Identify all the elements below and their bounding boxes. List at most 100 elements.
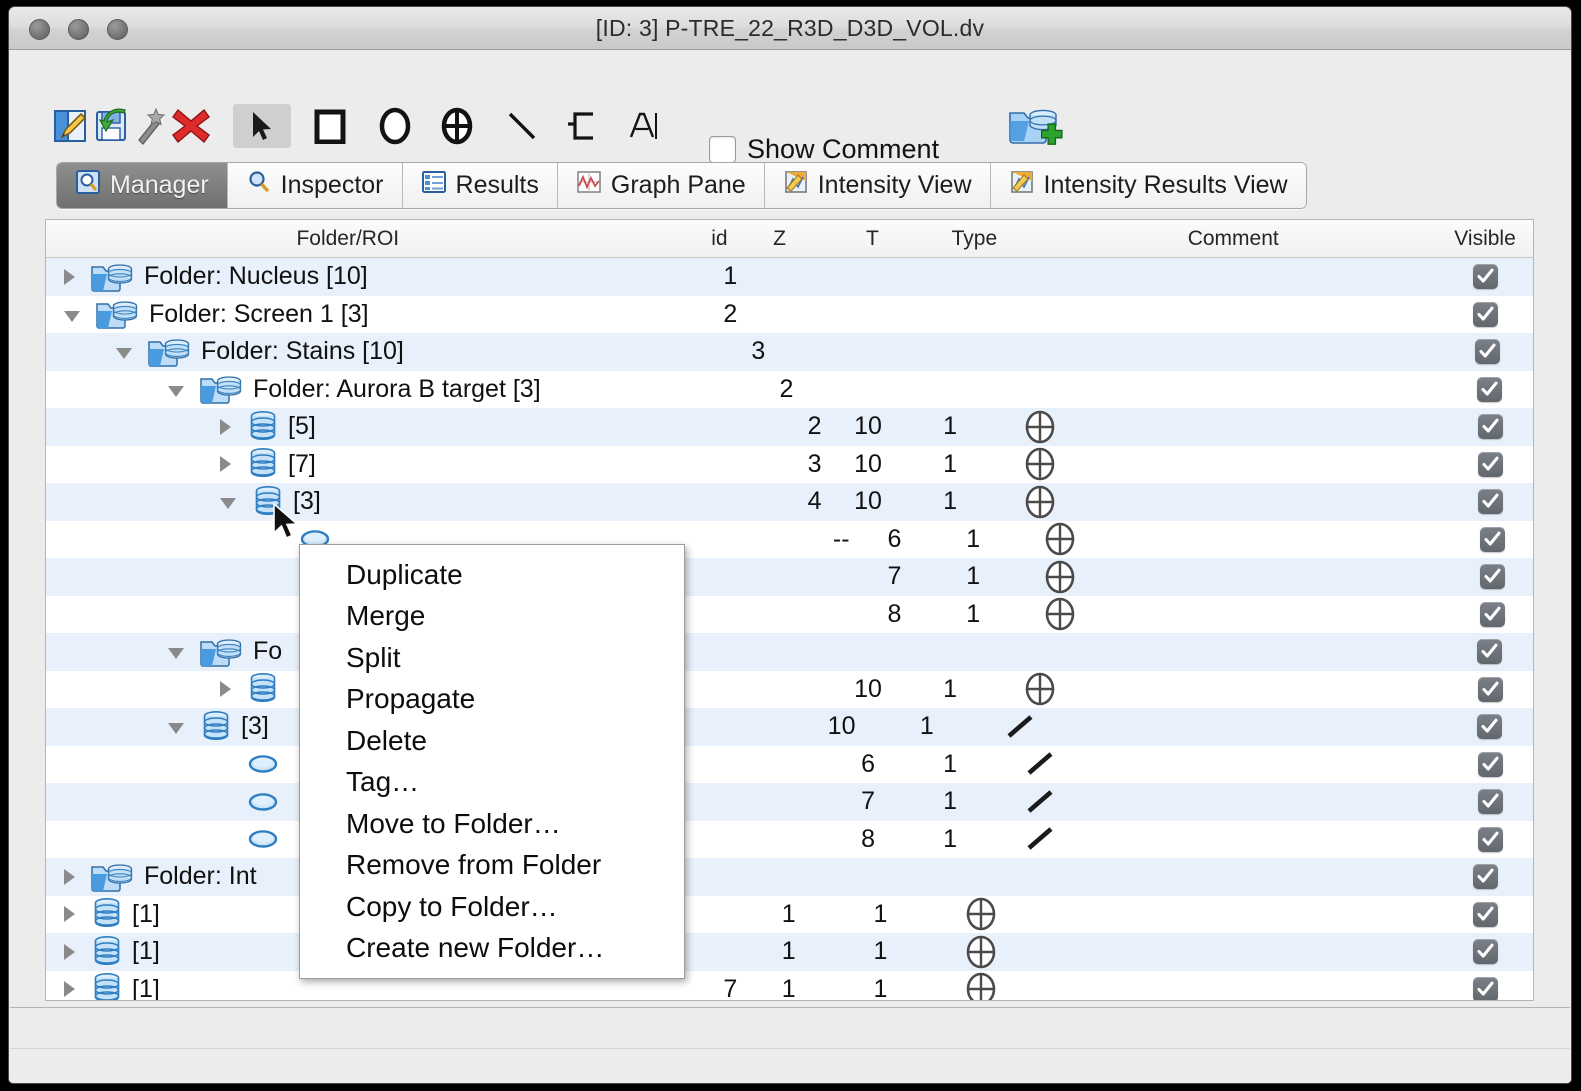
- visible-checkbox[interactable]: [1479, 564, 1505, 590]
- collapse-triangle-icon[interactable]: [168, 723, 184, 735]
- show-comment-checkbox[interactable]: [709, 136, 736, 163]
- table-row[interactable]: Folder: Screen 1 [3] 2: [46, 295, 1533, 334]
- column-header-comment[interactable]: Comment: [1029, 220, 1437, 257]
- table-row[interactable]: 81: [46, 595, 1533, 633]
- menu-item-tag[interactable]: Tag…: [300, 762, 684, 804]
- open-edit-icon[interactable]: [50, 104, 90, 148]
- row-name-cell[interactable]: Folder: Screen 1 [3]: [46, 296, 660, 334]
- column-header-z[interactable]: Z: [734, 220, 826, 257]
- tab-inspector[interactable]: Inspector: [227, 163, 403, 208]
- tab-results[interactable]: Results: [402, 163, 558, 208]
- rectangle-tool-icon[interactable]: [313, 104, 347, 148]
- row-name-cell[interactable]: [5]: [46, 408, 753, 446]
- save-icon[interactable]: [91, 104, 131, 148]
- tab-graph-pane[interactable]: Graph Pane: [557, 163, 765, 208]
- table-row[interactable]: 81: [46, 820, 1533, 858]
- visible-checkbox[interactable]: [1473, 264, 1499, 290]
- table-row[interactable]: [1] 1 1: [46, 933, 1533, 971]
- collapse-triangle-icon[interactable]: [168, 385, 184, 397]
- menu-item-remove-from-folder[interactable]: Remove from Folder: [300, 845, 684, 887]
- visible-checkbox[interactable]: [1473, 901, 1499, 927]
- menu-item-duplicate[interactable]: Duplicate: [300, 554, 684, 596]
- table-row[interactable]: [3] 10 1: [46, 708, 1533, 746]
- table-row[interactable]: Folder: Int: [46, 858, 1533, 896]
- magic-wand-icon[interactable]: [129, 104, 169, 148]
- status-bar-lower: [10, 1048, 1570, 1082]
- menu-item-copy-to-folder[interactable]: Copy to Folder…: [300, 886, 684, 928]
- freehand-polygon-tool-icon[interactable]: [565, 104, 601, 148]
- table-row[interactable]: [5] 2 10 1: [46, 408, 1533, 446]
- visible-checkbox[interactable]: [1478, 789, 1504, 815]
- menu-item-merge[interactable]: Merge: [300, 596, 684, 638]
- column-header-type[interactable]: Type: [919, 220, 1029, 257]
- collapse-triangle-icon[interactable]: [64, 310, 80, 322]
- visible-checkbox[interactable]: [1476, 714, 1502, 740]
- menu-item-propagate[interactable]: Propagate: [300, 679, 684, 721]
- ellipse-tool-icon[interactable]: [377, 104, 413, 148]
- table-row[interactable]: 71: [46, 558, 1533, 596]
- table-row[interactable]: Folder: Aurora B target [3] 2: [46, 370, 1533, 409]
- column-header-folder-roi[interactable]: Folder/ROI: [46, 220, 650, 257]
- row-name-cell[interactable]: [7]: [46, 446, 753, 484]
- menu-item-create-new-folder[interactable]: Create new Folder…: [300, 928, 684, 970]
- menu-item-move-to-folder[interactable]: Move to Folder…: [300, 803, 684, 845]
- roi-type-line-icon: [992, 749, 1089, 779]
- table-row[interactable]: Folder: Stains [10] 3: [46, 333, 1533, 371]
- column-header-t[interactable]: T: [825, 220, 919, 257]
- tab-manager[interactable]: Manager: [57, 163, 228, 208]
- visible-checkbox[interactable]: [1474, 339, 1500, 365]
- visible-checkbox[interactable]: [1479, 526, 1505, 552]
- roi-stack-icon: [90, 971, 124, 1000]
- table-row[interactable]: [1] 7 1 1: [46, 970, 1533, 1000]
- expand-triangle-icon[interactable]: [64, 906, 75, 923]
- visible-checkbox[interactable]: [1478, 826, 1504, 852]
- visible-checkbox[interactable]: [1473, 301, 1499, 327]
- visible-checkbox[interactable]: [1473, 864, 1499, 890]
- table-row[interactable]: 61: [46, 745, 1533, 783]
- add-folder-icon[interactable]: [1007, 104, 1063, 148]
- table-row[interactable]: 71: [46, 783, 1533, 821]
- column-header-visible[interactable]: Visible: [1437, 220, 1533, 257]
- crosshair-ellipse-tool-icon[interactable]: [439, 104, 475, 148]
- table-row[interactable]: -- 6 1: [46, 520, 1533, 558]
- line-tool-icon[interactable]: [505, 104, 539, 148]
- visible-checkbox[interactable]: [1479, 601, 1505, 627]
- expand-triangle-icon[interactable]: [64, 981, 75, 998]
- expand-triangle-icon[interactable]: [220, 418, 231, 435]
- expand-triangle-icon[interactable]: [64, 943, 75, 960]
- table-row[interactable]: [1] 1 1: [46, 895, 1533, 933]
- table-row[interactable]: Fo: [46, 633, 1533, 671]
- visible-checkbox[interactable]: [1476, 376, 1502, 402]
- tab-intensity-results-view[interactable]: Intensity Results View: [990, 163, 1306, 208]
- collapse-triangle-icon[interactable]: [220, 498, 236, 510]
- table-row[interactable]: 10 1: [46, 670, 1533, 708]
- visible-checkbox[interactable]: [1478, 751, 1504, 777]
- text-tool-icon[interactable]: [627, 104, 661, 148]
- visible-checkbox[interactable]: [1478, 414, 1504, 440]
- collapse-triangle-icon[interactable]: [116, 348, 132, 360]
- expand-triangle-icon[interactable]: [220, 456, 231, 473]
- row-name-cell[interactable]: [3]: [46, 483, 753, 521]
- visible-checkbox[interactable]: [1473, 939, 1499, 965]
- row-name-cell[interactable]: Folder: Stains [10]: [46, 333, 691, 371]
- expand-triangle-icon[interactable]: [64, 268, 75, 285]
- row-name-cell[interactable]: Folder: Nucleus [10]: [46, 258, 660, 296]
- visible-checkbox[interactable]: [1478, 489, 1504, 515]
- table-row[interactable]: Folder: Nucleus [10] 1: [46, 258, 1533, 296]
- delete-x-icon[interactable]: [169, 104, 213, 148]
- collapse-triangle-icon[interactable]: [168, 648, 184, 660]
- pointer-tool-icon[interactable]: [233, 104, 291, 148]
- visible-checkbox[interactable]: [1476, 639, 1502, 665]
- visible-checkbox[interactable]: [1478, 451, 1504, 477]
- tab-intensity-view[interactable]: Intensity View: [764, 163, 991, 208]
- column-header-id[interactable]: id: [650, 220, 734, 257]
- menu-item-split[interactable]: Split: [300, 637, 684, 679]
- visible-checkbox[interactable]: [1478, 676, 1504, 702]
- expand-triangle-icon[interactable]: [220, 681, 231, 698]
- row-name-cell[interactable]: Folder: Aurora B target [3]: [46, 371, 722, 409]
- menu-item-delete[interactable]: Delete: [300, 720, 684, 762]
- table-row[interactable]: [3] 4 10 1: [46, 483, 1533, 521]
- table-row[interactable]: [7] 3 10 1: [46, 445, 1533, 484]
- visible-checkbox[interactable]: [1473, 976, 1499, 1000]
- expand-triangle-icon[interactable]: [64, 868, 75, 885]
